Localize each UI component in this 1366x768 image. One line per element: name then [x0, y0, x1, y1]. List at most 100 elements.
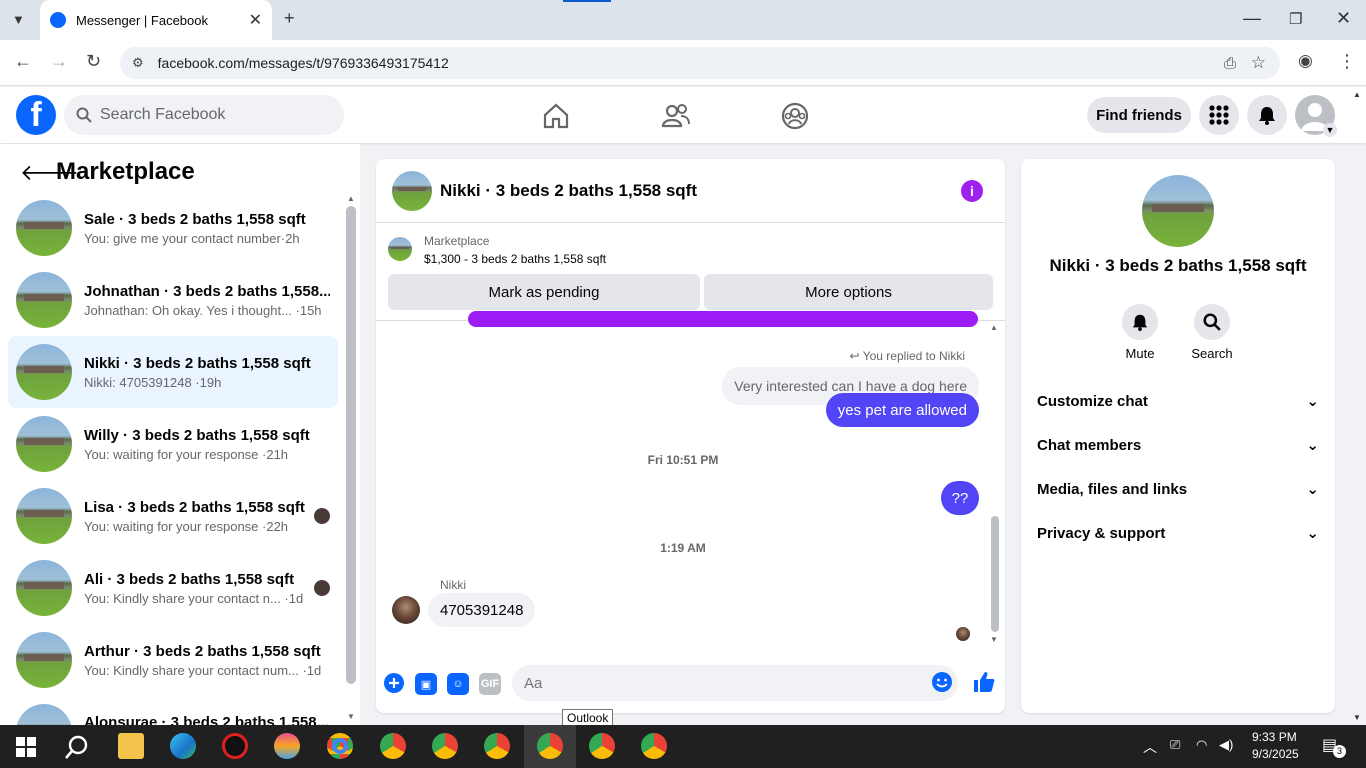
more-options-button[interactable]: More options	[704, 274, 993, 310]
chrome-profile-icon[interactable]	[537, 733, 563, 759]
conversation-nikki[interactable]: Nikki · 3 beds 2 baths 1,558 sqft Nikki: …	[8, 336, 338, 408]
site-info-icon[interactable]: ⚙	[132, 55, 144, 71]
browser-tab[interactable]: Messenger | Facebook ✕	[40, 0, 272, 40]
edge-icon[interactable]	[170, 733, 196, 759]
conversation-sale[interactable]: Sale · 3 beds 2 baths 1,558 sqft You: giv…	[8, 192, 338, 264]
chat-title[interactable]: Nikki · 3 beds 2 baths 1,558 sqft	[440, 181, 697, 201]
menu-grid-button[interactable]	[1199, 95, 1239, 135]
scroll-down-icon[interactable]: ▼	[347, 712, 355, 721]
back-arrow-icon[interactable]: ←	[14, 51, 32, 72]
browser-tab-bar: ▼ Messenger | Facebook ✕ + — ❐ ✕	[0, 0, 1366, 40]
find-friends-button[interactable]: Find friends	[1087, 97, 1191, 133]
details-name: Nikki · 3 beds 2 baths 1,558 sqft	[1049, 256, 1307, 275]
reload-icon[interactable]: ↻	[86, 51, 101, 72]
browser-menu-icon[interactable]: ⋮	[1338, 51, 1356, 72]
tab-close-icon[interactable]: ✕	[249, 10, 262, 30]
friends-icon[interactable]	[661, 101, 691, 131]
tray-chevron-icon[interactable]: ︿	[1143, 737, 1157, 757]
media-files-links-section[interactable]: Media, files and links ⌄	[1037, 469, 1319, 509]
search-button[interactable]: Search	[1182, 304, 1242, 361]
conversation-arthur[interactable]: Arthur · 3 beds 2 baths 1,558 sqft You: K…	[8, 624, 338, 696]
meet-now-icon[interactable]: ⎚	[1170, 737, 1180, 753]
listing-price[interactable]: $1,300 - 3 beds 2 baths 1,558 sqft	[424, 252, 606, 266]
thumbs-up-icon[interactable]	[972, 670, 996, 694]
restore-icon[interactable]: ❐	[1289, 10, 1302, 28]
listing-thumbnail[interactable]	[388, 237, 412, 261]
clock-date[interactable]: 9/3/2025	[1252, 747, 1299, 761]
mark-as-pending-button[interactable]: Mark as pending	[388, 274, 700, 310]
wifi-icon[interactable]: ◠	[1196, 737, 1207, 753]
sender-avatar[interactable]	[392, 596, 420, 624]
minimize-icon[interactable]: —	[1243, 8, 1261, 29]
message-input[interactable]	[512, 665, 958, 701]
chrome-profile-icon[interactable]	[484, 733, 510, 759]
chrome-profile-icon[interactable]	[380, 733, 406, 759]
volume-icon[interactable]: ◀)	[1219, 737, 1233, 753]
notifications-button[interactable]	[1247, 95, 1287, 135]
emoji-icon[interactable]	[931, 671, 953, 693]
home-icon[interactable]	[541, 101, 571, 131]
conversation-preview: Johnathan: Oh okay. Yes i thought... ·15…	[84, 302, 322, 318]
conversation-lisa[interactable]: Lisa · 3 beds 2 baths 1,558 sqft You: wai…	[8, 480, 338, 552]
scroll-down-icon[interactable]: ▼	[990, 635, 998, 644]
thread-scrollbar[interactable]	[991, 516, 999, 632]
message-bubble[interactable]: ??	[941, 481, 979, 515]
groups-icon[interactable]	[780, 101, 810, 131]
account-avatar[interactable]: ▼	[1295, 95, 1337, 137]
tab-indicator	[563, 0, 611, 2]
chrome-icon[interactable]	[327, 733, 353, 759]
scroll-up-icon[interactable]: ▲	[990, 323, 998, 332]
marketplace-label: Marketplace	[424, 234, 490, 248]
sidebar-scrollbar[interactable]	[346, 206, 356, 684]
chrome-profile-icon[interactable]	[432, 733, 458, 759]
listing-thumbnail-large[interactable]	[1142, 175, 1214, 247]
chrome-profile-icon[interactable]	[641, 733, 667, 759]
page-scroll-up-icon[interactable]: ▲	[1353, 90, 1361, 99]
file-explorer-icon[interactable]	[118, 733, 144, 759]
info-icon[interactable]: i	[961, 180, 983, 202]
facebook-logo-icon[interactable]: f	[16, 95, 56, 135]
tab-search-chevron-icon[interactable]: ▼	[12, 12, 25, 27]
chat-members-section[interactable]: Chat members ⌄	[1037, 425, 1319, 465]
profile-icon[interactable]: ◉	[1298, 51, 1313, 71]
message-thread: ↩ You replied to Nikki Very interested c…	[376, 311, 1005, 651]
customize-chat-section[interactable]: Customize chat ⌄	[1037, 381, 1319, 421]
photo-icon[interactable]: ▣	[415, 673, 437, 695]
chrome-profile-icon[interactable]	[589, 733, 615, 759]
mute-button[interactable]: Mute	[1110, 304, 1170, 361]
search-icon	[76, 107, 92, 123]
close-window-icon[interactable]: ✕	[1336, 8, 1351, 29]
listing-thumbnail	[16, 200, 72, 256]
chevron-down-icon: ⌄	[1306, 481, 1319, 498]
gif-icon[interactable]: GIF	[479, 673, 501, 695]
privacy-support-section[interactable]: Privacy & support ⌄	[1037, 513, 1319, 553]
chevron-down-icon: ⌄	[1306, 393, 1319, 410]
plus-circle-icon[interactable]	[383, 672, 405, 694]
their-message-bubble[interactable]: 4705391248	[428, 593, 536, 627]
reply-message-bubble[interactable]: yes pet are allowed	[825, 393, 979, 427]
conversation-willy[interactable]: Willy · 3 beds 2 baths 1,558 sqft You: wa…	[8, 408, 338, 480]
conversation-johnathan[interactable]: Johnathan · 3 beds 2 baths 1,558... Johna…	[8, 264, 338, 336]
conversation-ali[interactable]: Ali · 3 beds 2 baths 1,558 sqft You: Kind…	[8, 552, 338, 624]
install-app-icon[interactable]: ⎙	[1224, 55, 1236, 72]
paint-icon[interactable]	[274, 733, 300, 759]
taskbar-search-icon[interactable]	[64, 734, 90, 760]
chat-thumbnail[interactable]	[392, 170, 432, 211]
search-facebook[interactable]: Search Facebook	[64, 95, 344, 135]
new-tab-icon[interactable]: +	[284, 8, 295, 29]
marketplace-sidebar: 🡐 Marketplace Sale · 3 beds 2 baths 1,55…	[0, 144, 360, 744]
forward-arrow-icon[interactable]: →	[50, 51, 68, 72]
scroll-up-icon[interactable]: ▲	[347, 194, 355, 203]
bookmark-star-icon[interactable]: ☆	[1251, 53, 1266, 73]
conversation-name: Johnathan · 3 beds 2 baths 1,558...	[84, 282, 330, 300]
url-box[interactable]: ⚙ facebook.com/messages/t/97693364931754…	[120, 47, 1280, 79]
recorder-icon[interactable]	[222, 733, 248, 759]
page-scroll-down-icon[interactable]: ▼	[1353, 713, 1361, 722]
url-text: facebook.com/messages/t/9769336493175412	[157, 55, 449, 71]
windows-start-icon[interactable]	[16, 737, 36, 757]
account-chevron-icon: ▼	[1323, 123, 1337, 137]
listing-thumbnail	[16, 632, 72, 688]
read-receipt-avatar	[956, 627, 970, 641]
sticker-icon[interactable]: ☺	[447, 673, 469, 695]
clock-time[interactable]: 9:33 PM	[1252, 730, 1297, 744]
